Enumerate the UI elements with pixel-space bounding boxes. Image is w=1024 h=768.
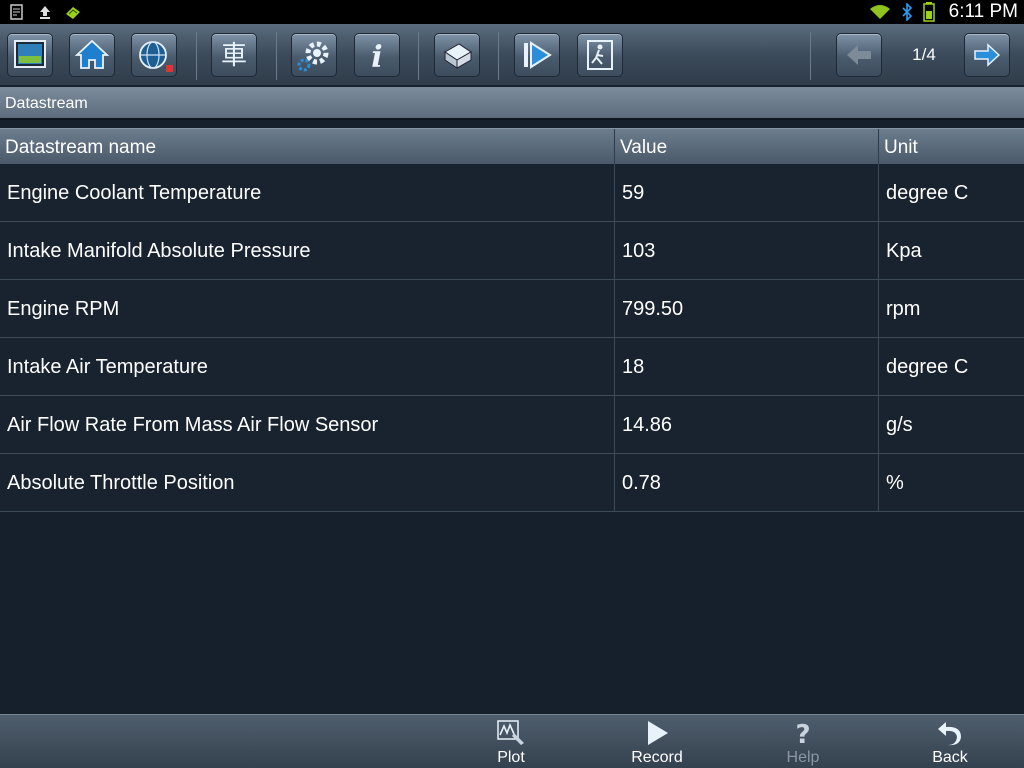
table-row[interactable]: Absolute Throttle Position 0.78 % bbox=[0, 454, 1024, 512]
table-row[interactable]: Intake Manifold Absolute Pressure 103 Kp… bbox=[0, 222, 1024, 280]
display-icon bbox=[14, 40, 46, 68]
page-title: Datastream bbox=[5, 95, 88, 112]
home-icon bbox=[74, 39, 110, 69]
notification-icon bbox=[8, 3, 26, 21]
row-value: 18 bbox=[615, 338, 879, 395]
battery-icon bbox=[922, 2, 935, 22]
home-button[interactable] bbox=[69, 33, 115, 77]
row-unit: Kpa bbox=[886, 240, 922, 262]
play-icon bbox=[648, 721, 668, 745]
help-icon: ? bbox=[795, 720, 810, 747]
record-button[interactable]: Record bbox=[607, 717, 707, 768]
bottom-action-bar: Plot Record ? Help Back bbox=[0, 714, 1024, 768]
play-button[interactable] bbox=[514, 33, 560, 77]
svg-text:車: 車 bbox=[221, 41, 247, 71]
globe-icon bbox=[139, 41, 173, 72]
page-indicator: 1/4 bbox=[912, 45, 936, 64]
clock: 6:11 PM bbox=[948, 1, 1018, 22]
status-bar: 6:11 PM bbox=[0, 0, 1024, 24]
vehicle-button[interactable]: 車 bbox=[211, 33, 257, 77]
plot-button[interactable]: Plot bbox=[461, 717, 561, 768]
settings-button[interactable] bbox=[291, 33, 337, 77]
row-unit: degree C bbox=[886, 182, 969, 204]
back-label: Back bbox=[932, 749, 968, 766]
row-value: 59 bbox=[615, 164, 879, 221]
table-header: Datastream name Value Unit bbox=[0, 128, 1024, 164]
record-label: Record bbox=[631, 749, 683, 766]
title-bar: Datastream bbox=[0, 87, 1024, 120]
info-button[interactable]: i bbox=[354, 33, 400, 77]
exit-icon bbox=[587, 40, 613, 70]
plot-icon bbox=[497, 720, 524, 745]
table-row[interactable]: Engine Coolant Temperature 59 degree C bbox=[0, 164, 1024, 222]
row-value: 103 bbox=[615, 222, 879, 279]
previous-page-button[interactable] bbox=[836, 33, 882, 77]
settings-icon bbox=[297, 41, 329, 72]
back-icon bbox=[938, 722, 961, 746]
row-name: Intake Air Temperature bbox=[0, 338, 615, 395]
arrow-left-icon bbox=[847, 45, 871, 65]
row-name: Absolute Throttle Position bbox=[0, 454, 615, 511]
info-icon: i bbox=[371, 40, 382, 75]
row-unit: g/s bbox=[886, 414, 913, 436]
table-row[interactable]: Engine RPM 799.50 rpm bbox=[0, 280, 1024, 338]
row-value: 799.50 bbox=[615, 280, 879, 337]
row-name: Intake Manifold Absolute Pressure bbox=[0, 222, 615, 279]
android-icon bbox=[64, 3, 82, 21]
help-button[interactable]: ? Help bbox=[753, 717, 853, 768]
svg-text:?: ? bbox=[795, 720, 810, 747]
row-value: 14.86 bbox=[615, 396, 879, 453]
datastream-table: Datastream name Value Unit Engine Coolan… bbox=[0, 128, 1024, 512]
table-row[interactable]: Air Flow Rate From Mass Air Flow Sensor … bbox=[0, 396, 1024, 454]
plot-label: Plot bbox=[497, 749, 525, 766]
globe-button[interactable] bbox=[131, 33, 177, 77]
toolbar: 車 i bbox=[0, 24, 1024, 86]
vehicle-icon: 車 bbox=[221, 41, 247, 71]
back-button[interactable]: Back bbox=[900, 717, 1000, 768]
bluetooth-icon bbox=[902, 3, 912, 21]
row-name: Engine RPM bbox=[0, 280, 615, 337]
row-name: Engine Coolant Temperature bbox=[0, 164, 615, 221]
table-row[interactable]: Intake Air Temperature 18 degree C bbox=[0, 338, 1024, 396]
upload-icon bbox=[36, 3, 54, 21]
display-button[interactable] bbox=[7, 33, 53, 77]
exit-button[interactable] bbox=[577, 33, 623, 77]
print-button[interactable] bbox=[434, 33, 480, 77]
wifi-icon bbox=[869, 5, 890, 19]
next-page-button[interactable] bbox=[964, 33, 1010, 77]
print-icon bbox=[444, 43, 472, 69]
play-pause-icon bbox=[524, 41, 552, 69]
arrow-right-icon bbox=[974, 43, 1001, 67]
svg-text:i: i bbox=[371, 40, 382, 75]
row-unit: % bbox=[886, 472, 904, 494]
row-name: Air Flow Rate From Mass Air Flow Sensor bbox=[0, 396, 615, 453]
row-value: 0.78 bbox=[615, 454, 879, 511]
row-unit: rpm bbox=[886, 298, 921, 320]
column-header-name[interactable]: Datastream name bbox=[0, 129, 615, 164]
column-header-unit[interactable]: Unit bbox=[879, 129, 1024, 164]
help-label: Help bbox=[786, 749, 820, 766]
column-header-value[interactable]: Value bbox=[615, 129, 879, 164]
row-unit: degree C bbox=[886, 356, 969, 378]
